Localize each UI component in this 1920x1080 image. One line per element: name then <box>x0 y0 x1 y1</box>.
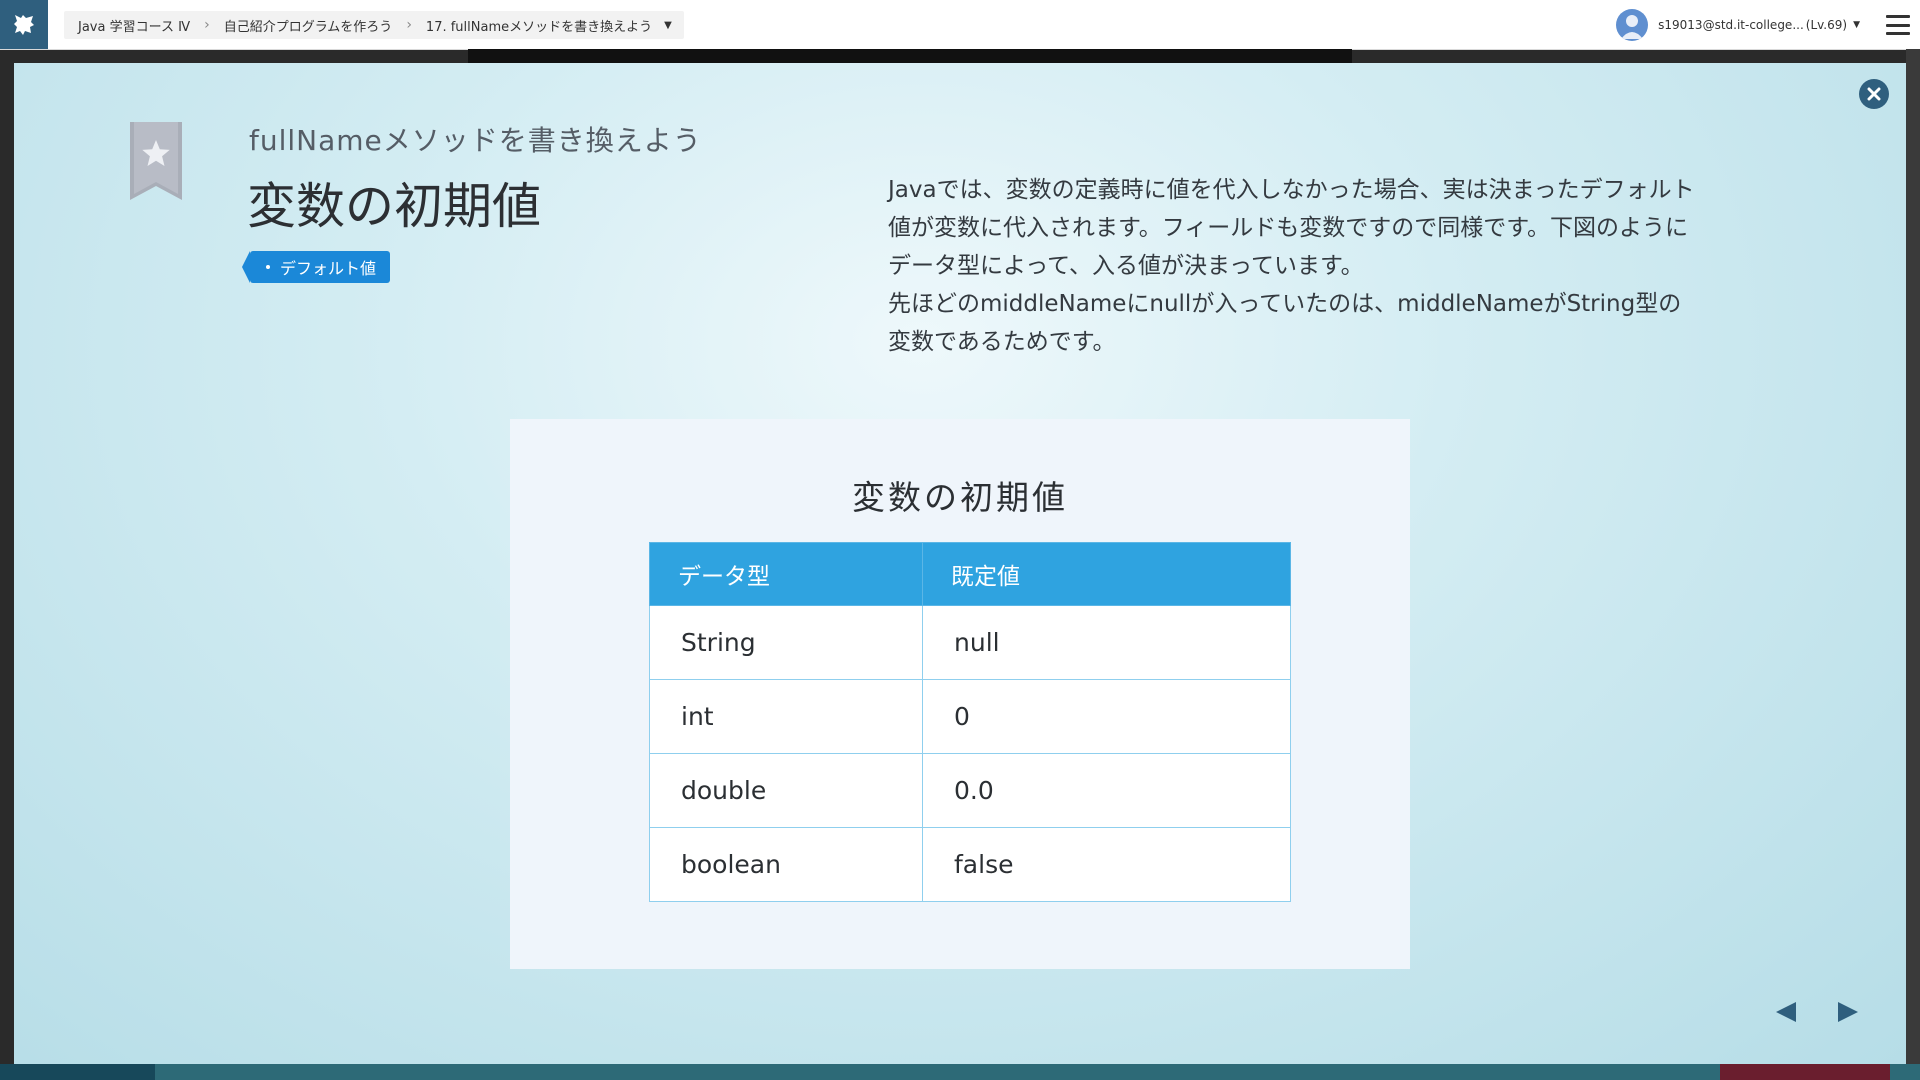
user-level: (Lv.69) <box>1805 18 1848 32</box>
table-cell-default: 0.0 <box>922 753 1291 828</box>
table-header-cell: データ型 <box>649 542 923 606</box>
description-line: 変数であるためです。 <box>888 329 1116 355</box>
table-cell-default: 0 <box>922 679 1291 754</box>
slide-navigation <box>1772 998 1862 1026</box>
close-icon <box>1867 87 1881 101</box>
background-video-edge <box>468 49 1352 64</box>
table-row: boolean false <box>649 827 1291 902</box>
background-footer-edge <box>0 1064 1920 1080</box>
user-menu[interactable]: s19013@std.it-college... (Lv.69) ▼ <box>1616 9 1860 41</box>
table-row: double 0.0 <box>649 753 1291 828</box>
hamburger-menu-icon[interactable] <box>1886 15 1910 35</box>
user-avatar-icon <box>1616 9 1649 41</box>
background-page-edge <box>1906 49 1920 1080</box>
table-cell-type: int <box>649 679 923 754</box>
breadcrumb-course[interactable]: Java 学習コース Ⅳ <box>78 16 190 35</box>
star-bookmark-icon[interactable] <box>128 122 184 202</box>
figure-title: 変数の初期値 <box>852 478 1068 517</box>
prev-arrow-icon[interactable] <box>1772 998 1800 1026</box>
caret-down-icon: ▼ <box>1853 20 1860 30</box>
user-name: s19013@std.it-college... <box>1658 18 1804 32</box>
breadcrumb-chapter[interactable]: 自己紹介プログラムを作ろう <box>224 16 393 35</box>
table-cell-default: null <box>922 605 1291 680</box>
table-cell-default: false <box>922 827 1291 902</box>
caret-down-icon[interactable]: ▼ <box>664 20 672 31</box>
table-header-cell: 既定値 <box>922 542 1291 606</box>
table-header-row: データ型 既定値 <box>649 542 1291 606</box>
description-line: Javaでは、変数の定義時に値を代入しなかった場合、実は決まったデフォルト <box>888 177 1695 203</box>
default-values-table: データ型 既定値 String null int 0 double 0.0 bo… <box>649 542 1291 902</box>
lesson-subtitle: fullNameメソッドを書き換えよう <box>249 124 702 157</box>
table-row: int 0 <box>649 679 1291 754</box>
table-cell-type: boolean <box>649 827 923 902</box>
app-logo-icon <box>14 14 34 35</box>
breadcrumb-lesson[interactable]: 17. fullNameメソッドを書き換えよう <box>426 16 652 35</box>
slide-title: 変数の初期値 <box>247 178 542 235</box>
keyword-tag[interactable]: デフォルト値 <box>241 251 391 283</box>
chevron-right-icon: › <box>406 17 412 33</box>
top-bar: Java 学習コース Ⅳ › 自己紹介プログラムを作ろう › 17. fullN… <box>0 0 1920 50</box>
keyword-tag-label: デフォルト値 <box>280 259 377 278</box>
app-logo-button[interactable] <box>0 0 48 49</box>
breadcrumb: Java 学習コース Ⅳ › 自己紹介プログラムを作ろう › 17. fullN… <box>64 11 684 39</box>
slide-modal: fullNameメソッドを書き換えよう 変数の初期値 デフォルト値 Javaでは… <box>14 63 1906 1064</box>
table-row: String null <box>649 605 1291 680</box>
close-button[interactable] <box>1859 79 1889 109</box>
figure-card: 変数の初期値 データ型 既定値 String null int 0 double <box>510 419 1410 969</box>
table-cell-type: double <box>649 753 923 828</box>
description-line: 先ほどのmiddleNameにnullが入っていたのは、middleNameがS… <box>888 291 1682 317</box>
table-cell-type: String <box>649 605 923 680</box>
description-line: データ型によって、入る値が決まっています。 <box>888 253 1364 279</box>
description-line: 値が変数に代入されます。フィールドも変数ですので同様です。下図のように <box>888 215 1688 241</box>
chevron-right-icon: › <box>204 17 210 33</box>
next-arrow-icon[interactable] <box>1834 998 1862 1026</box>
slide-description: Javaでは、変数の定義時に値を代入しなかった場合、実は決まったデフォルト 値が… <box>888 171 1778 361</box>
